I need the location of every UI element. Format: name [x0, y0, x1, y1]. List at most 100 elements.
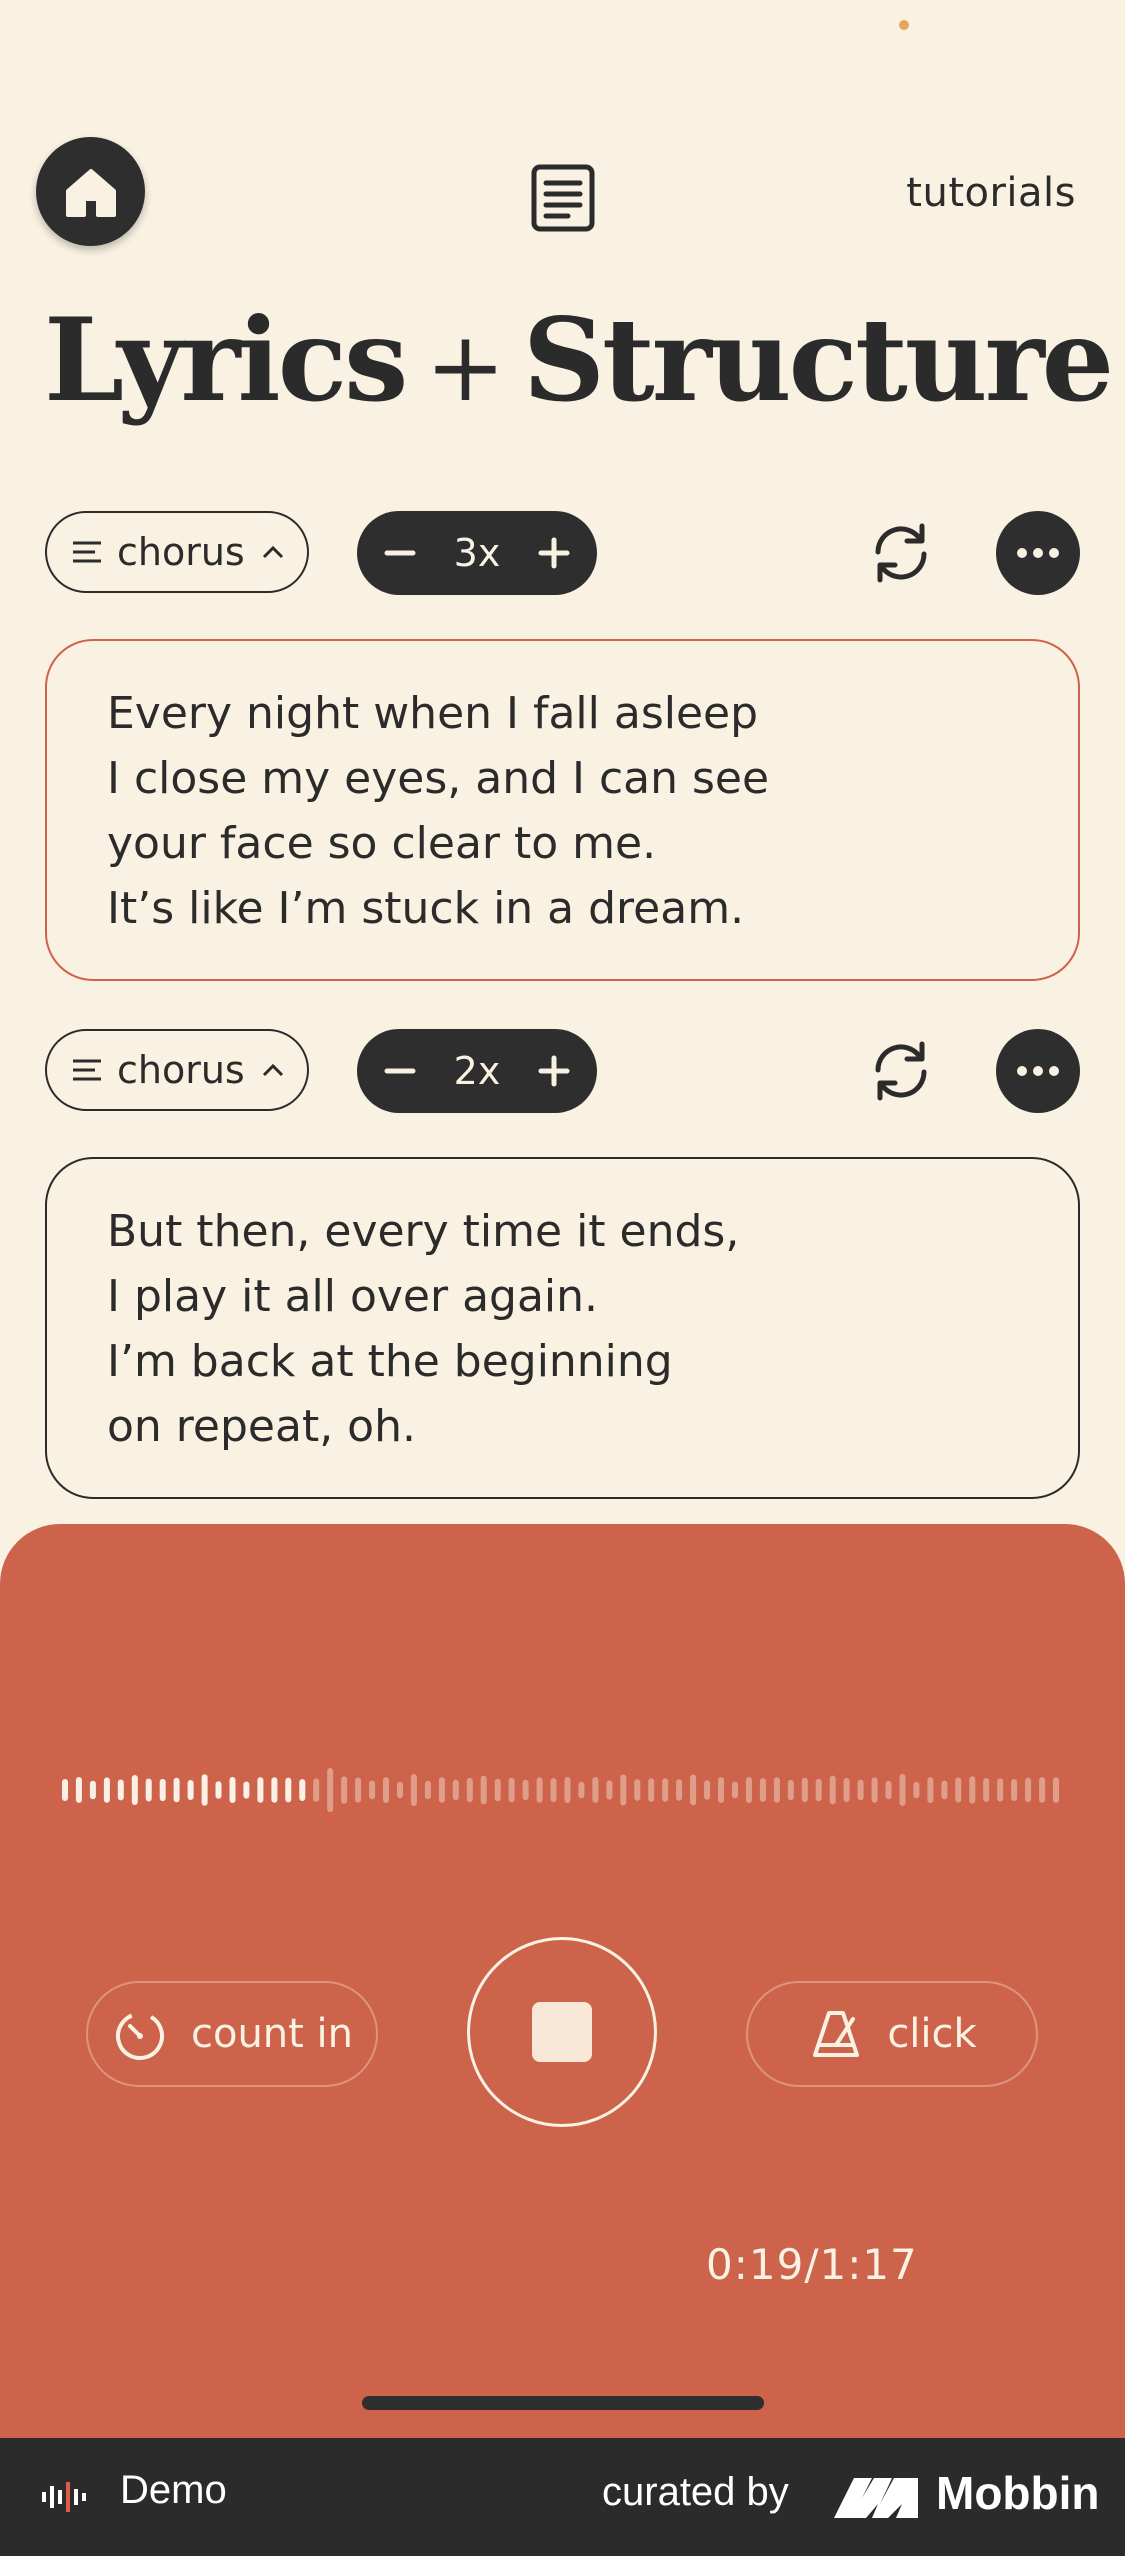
waveform-bar [690, 1774, 697, 1806]
count-in-button[interactable]: count in [86, 1981, 378, 2087]
lines-icon [73, 541, 101, 563]
status-dot [899, 20, 909, 30]
more-options-button[interactable] [996, 1029, 1080, 1113]
lyric-line: Every night when I fall asleep [107, 688, 759, 739]
increment-button[interactable] [531, 530, 577, 576]
waveform-bar [271, 1777, 278, 1803]
more-dot-icon [1049, 1066, 1059, 1076]
minus-icon [384, 1068, 416, 1074]
waveform-bar [941, 1780, 948, 1800]
waveform-bar [257, 1777, 264, 1803]
lyric-line: your face so clear to me. [107, 818, 657, 869]
waveform-bar [229, 1777, 236, 1803]
waveform-bar [341, 1776, 348, 1804]
chevron-up-icon [262, 1063, 283, 1077]
home-button[interactable] [36, 137, 145, 246]
waveform-bar [131, 1775, 138, 1805]
waveform-bar [243, 1781, 250, 1799]
section-type-label: chorus [117, 1048, 245, 1092]
waveform-bar [676, 1779, 683, 1801]
waveform-bar [620, 1774, 627, 1806]
click-button[interactable]: click [746, 1981, 1038, 2087]
waveform-bar [745, 1777, 752, 1803]
waveform-bar [313, 1778, 320, 1802]
waveform-bar [815, 1778, 822, 1802]
waveform-bar [410, 1774, 417, 1806]
waveform-bar [564, 1777, 571, 1803]
section-type-dropdown[interactable]: chorus [45, 511, 309, 593]
waveform-bar [173, 1777, 180, 1803]
minus-icon [384, 550, 416, 556]
more-dot-icon [1049, 548, 1059, 558]
decrement-button[interactable] [377, 1048, 423, 1094]
waveform-bar [201, 1774, 208, 1806]
waveform-bar [187, 1780, 194, 1800]
more-dot-icon [1017, 1066, 1027, 1076]
brand-name: Mobbin [936, 2467, 1100, 2519]
waveform[interactable] [58, 1766, 1063, 1814]
waveform-bar [927, 1777, 934, 1803]
title-structure: Structure [522, 293, 1114, 427]
repeat-count: 2x [453, 1049, 501, 1093]
waveform-bar [1039, 1777, 1046, 1803]
waveform-bar [536, 1777, 543, 1803]
waveform-bar [843, 1777, 850, 1802]
waveform-bar [662, 1778, 669, 1802]
lyric-line: It’s like I’m stuck in a dream. [107, 883, 745, 934]
more-dot-icon [1033, 548, 1043, 558]
waveform-bar [913, 1781, 920, 1799]
waveform-bar [634, 1779, 641, 1801]
plus-icon [538, 1055, 570, 1087]
plus-icon [538, 537, 570, 569]
waveform-bar [369, 1780, 376, 1800]
lyric-line: I close my eyes, and I can see [107, 753, 770, 804]
waveform-bar [424, 1780, 431, 1800]
waveform-bar [508, 1777, 515, 1803]
repeat-counter: 2x [357, 1029, 597, 1113]
waveform-bar [145, 1778, 152, 1802]
waveform-logo-icon [42, 2482, 86, 2512]
timer-icon [115, 2012, 164, 2060]
increment-button[interactable] [531, 1048, 577, 1094]
playback-time: 0:19/1:17 [706, 2240, 918, 2289]
waveform-bar [117, 1779, 124, 1801]
title-lyrics: Lyrics [44, 293, 408, 427]
metronome-icon [813, 2011, 860, 2057]
title-plus: + [425, 311, 505, 423]
decrement-button[interactable] [377, 530, 423, 576]
waveform-bar [885, 1780, 892, 1800]
lyric-line: But then, every time it ends, [107, 1206, 740, 1257]
home-indicator [362, 2396, 764, 2410]
document-icon[interactable] [530, 163, 596, 233]
waveform-bar [494, 1778, 501, 1802]
section-type-dropdown[interactable]: chorus [45, 1029, 309, 1111]
more-options-button[interactable] [996, 511, 1080, 595]
waveform-bar [355, 1777, 362, 1803]
loop-icon[interactable] [866, 1036, 936, 1106]
waveform-bar [606, 1780, 613, 1800]
waveform-bar [732, 1781, 738, 1799]
stop-icon [532, 2002, 592, 2062]
waveform-bar [438, 1777, 445, 1803]
repeat-counter: 3x [357, 511, 597, 595]
waveform-bar [89, 1780, 96, 1800]
count-in-label: count in [190, 2011, 354, 2057]
tutorials-link[interactable]: tutorials [906, 170, 1076, 216]
lyrics-block[interactable]: But then, every time it ends, I play it … [45, 1157, 1080, 1499]
more-dot-icon [1033, 1066, 1043, 1076]
waveform-bar [397, 1781, 403, 1799]
lyrics-block[interactable]: Every night when I fall asleep I close m… [45, 639, 1080, 981]
stop-record-button[interactable] [467, 1937, 657, 2127]
click-label: click [887, 2011, 977, 2057]
waveform-bar [159, 1778, 166, 1802]
section-type-label: chorus [117, 530, 245, 574]
waveform-bar [327, 1768, 334, 1812]
waveform-bar [829, 1775, 836, 1805]
waveform-bar [773, 1777, 780, 1803]
waveform-bar [578, 1781, 585, 1799]
waveform-bar [718, 1777, 724, 1803]
loop-icon[interactable] [866, 518, 936, 588]
waveform-bar [522, 1779, 529, 1801]
waveform-bar [997, 1778, 1004, 1802]
waveform-bar [285, 1777, 292, 1803]
